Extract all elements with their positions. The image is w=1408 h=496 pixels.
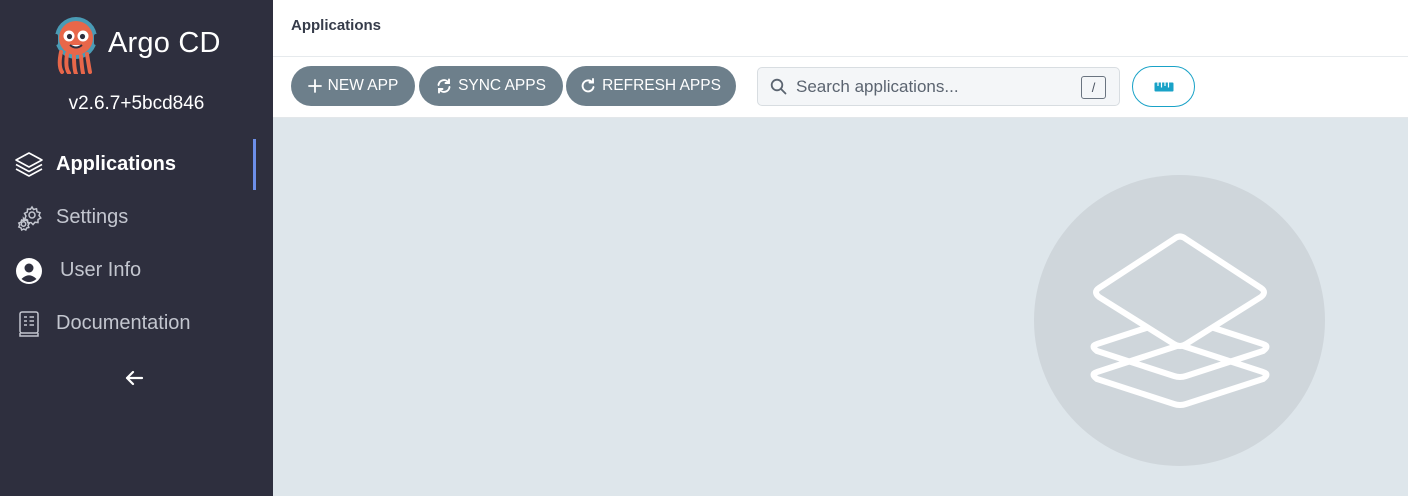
sidebar: Argo CD v2.6.7+5bcd846 Applications Sett… [0, 0, 273, 496]
sidebar-item-applications[interactable]: Applications [0, 138, 273, 191]
layers-icon [1090, 233, 1269, 408]
ruler-icon [1154, 82, 1173, 91]
search-box[interactable]: / [757, 67, 1120, 106]
arrow-left-icon [125, 370, 144, 386]
argo-octopus-logo-icon [53, 17, 99, 74]
top-bar: Applications NEW APP SYNC APPS REFRESH A… [273, 0, 1408, 118]
sidebar-nav: Applications Settings User Info Document… [0, 138, 273, 350]
layers-icon [14, 150, 44, 180]
empty-state-illustration [1034, 175, 1325, 466]
search-shortcut-hint: / [1081, 76, 1106, 99]
sidebar-item-label: Documentation [56, 312, 191, 334]
user-circle-icon [14, 256, 44, 286]
sidebar-item-label: Applications [56, 153, 177, 175]
divider [273, 56, 1408, 57]
logo[interactable]: Argo CD [52, 16, 221, 74]
sync-icon [437, 78, 451, 94]
sidebar-item-settings[interactable]: Settings [0, 191, 273, 244]
refresh-apps-button[interactable]: REFRESH APPS [566, 66, 736, 106]
gears-icon [14, 203, 44, 233]
new-app-label: NEW APP [327, 77, 399, 94]
refresh-apps-label: REFRESH APPS [602, 77, 721, 94]
breadcrumb[interactable]: Applications [291, 17, 381, 34]
sidebar-item-label: User Info [60, 259, 142, 281]
collapse-sidebar-button[interactable] [120, 364, 148, 392]
book-icon [14, 309, 44, 339]
redo-icon [581, 78, 595, 93]
brand-title: Argo CD [108, 26, 221, 59]
view-toggle-button[interactable] [1132, 66, 1195, 107]
sidebar-item-label: Settings [56, 206, 129, 228]
search-input[interactable] [796, 76, 1066, 97]
plus-icon [307, 79, 322, 93]
sidebar-item-documentation[interactable]: Documentation [0, 297, 273, 350]
sidebar-item-user-info[interactable]: User Info [0, 244, 273, 297]
sync-apps-label: SYNC APPS [458, 77, 546, 94]
version-label: v2.6.7+5bcd846 [68, 93, 205, 114]
search-icon [770, 78, 787, 95]
sync-apps-button[interactable]: SYNC APPS [419, 66, 563, 106]
new-app-button[interactable]: NEW APP [291, 66, 415, 106]
